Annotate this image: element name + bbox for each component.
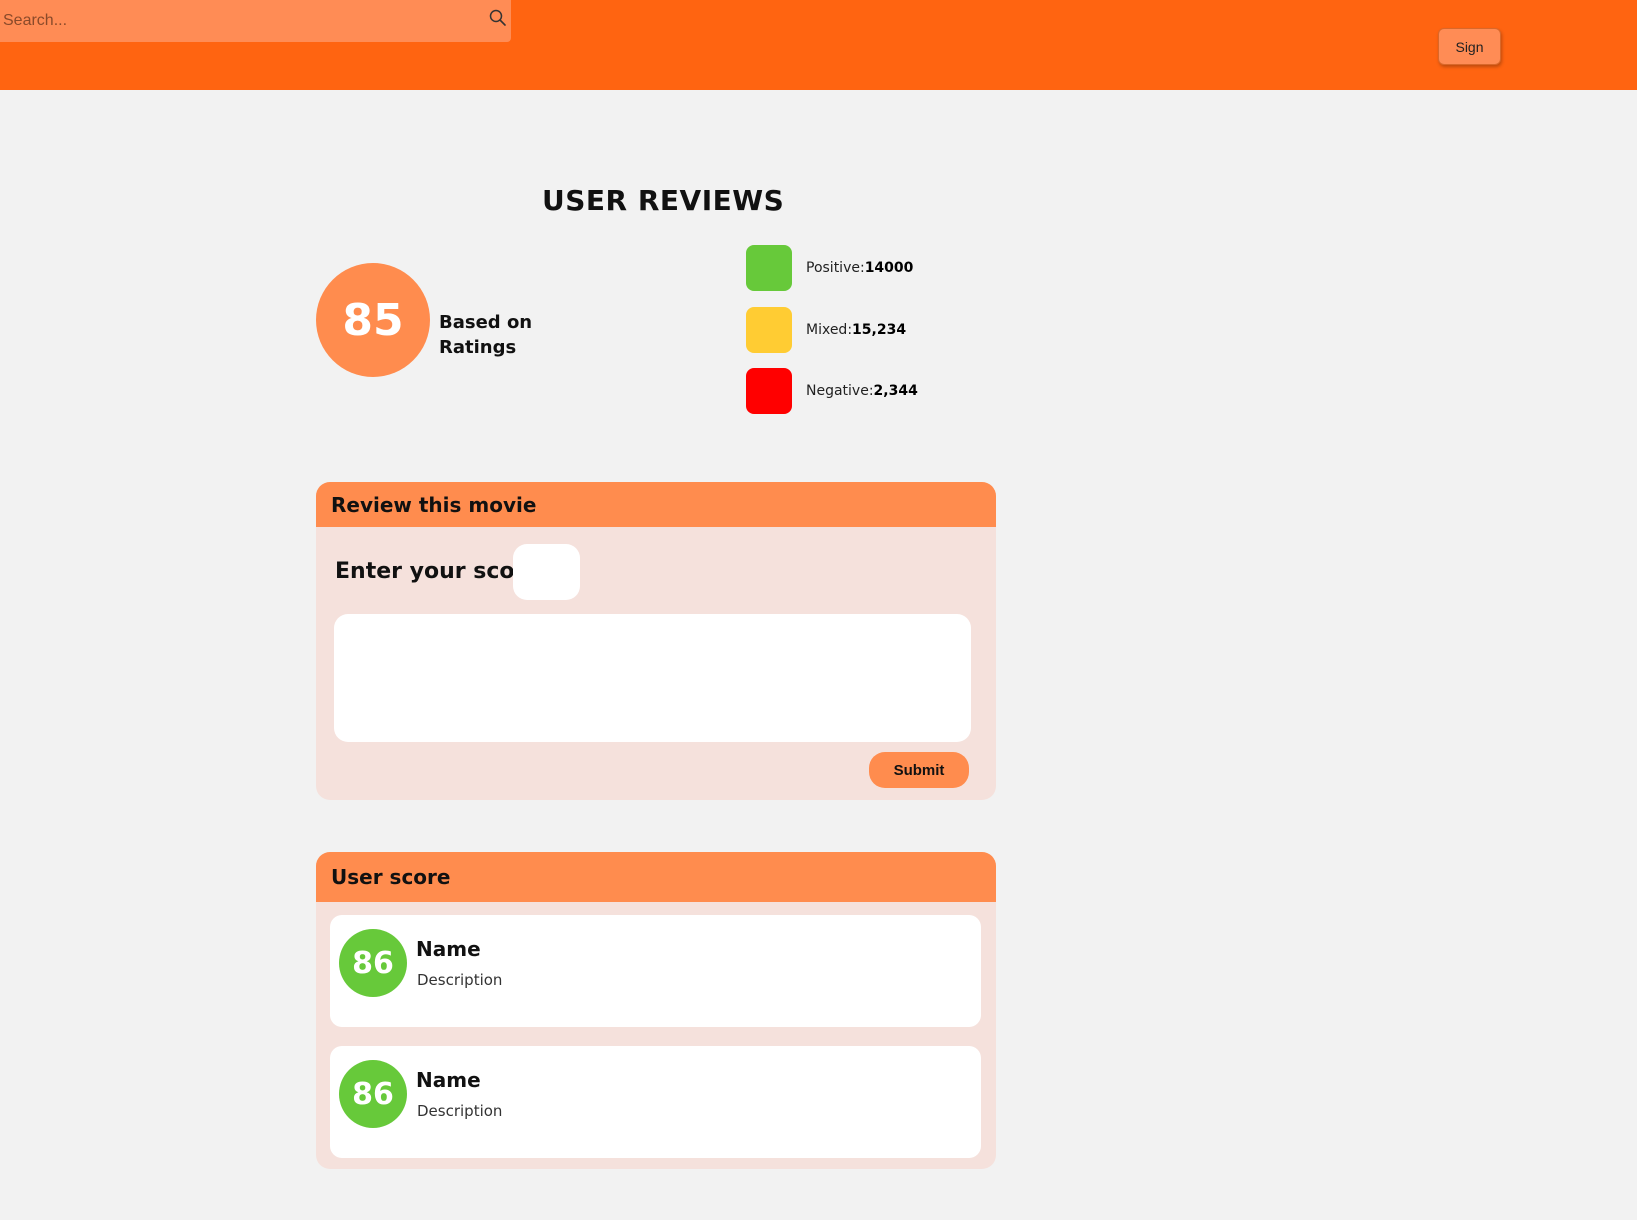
sign-button[interactable]: Sign [1438, 28, 1501, 65]
search-input[interactable] [0, 0, 470, 42]
review-form-header: Review this movie [316, 482, 996, 527]
legend-negative: Negative:2,344 [746, 368, 918, 414]
score-input[interactable] [513, 544, 580, 600]
negative-text: Negative:2,344 [806, 383, 918, 399]
review-textarea[interactable] [334, 614, 971, 742]
submit-button[interactable]: Submit [869, 752, 969, 788]
user-score-card: User score 86 Name Description 86 Name D… [316, 852, 996, 1169]
search-icon[interactable] [488, 8, 508, 28]
review-form-card: Review this movie Enter your score: Subm… [316, 482, 996, 800]
user-description: Description [417, 1102, 503, 1120]
user-name: Name [416, 937, 481, 961]
page-title: USER REVIEWS [542, 184, 785, 217]
positive-label: Positive: [806, 260, 865, 276]
search-box [0, 0, 511, 42]
mixed-text: Mixed:15,234 [806, 322, 906, 338]
positive-count: 14000 [864, 260, 914, 276]
user-score-badge: 86 [339, 1060, 407, 1128]
mixed-swatch [746, 307, 792, 353]
positive-swatch [746, 245, 792, 291]
overall-score-badge: 85 [316, 263, 430, 377]
legend-positive: Positive:14000 [746, 245, 913, 291]
list-item: 86 Name Description [330, 915, 981, 1027]
user-score-header: User score [316, 852, 996, 902]
user-score-badge: 86 [339, 929, 407, 997]
based-on-ratings-label: Based on Ratings [439, 312, 533, 358]
legend-mixed: Mixed:15,234 [746, 307, 906, 353]
user-name: Name [416, 1068, 481, 1092]
negative-count: 2,344 [873, 383, 918, 399]
negative-label: Negative: [806, 383, 874, 399]
mixed-label: Mixed: [806, 322, 853, 338]
negative-swatch [746, 368, 792, 414]
mixed-count: 15,234 [852, 322, 907, 338]
positive-text: Positive:14000 [806, 260, 913, 276]
user-description: Description [417, 971, 503, 989]
list-item: 86 Name Description [330, 1046, 981, 1158]
top-bar: Sign [0, 0, 1637, 90]
